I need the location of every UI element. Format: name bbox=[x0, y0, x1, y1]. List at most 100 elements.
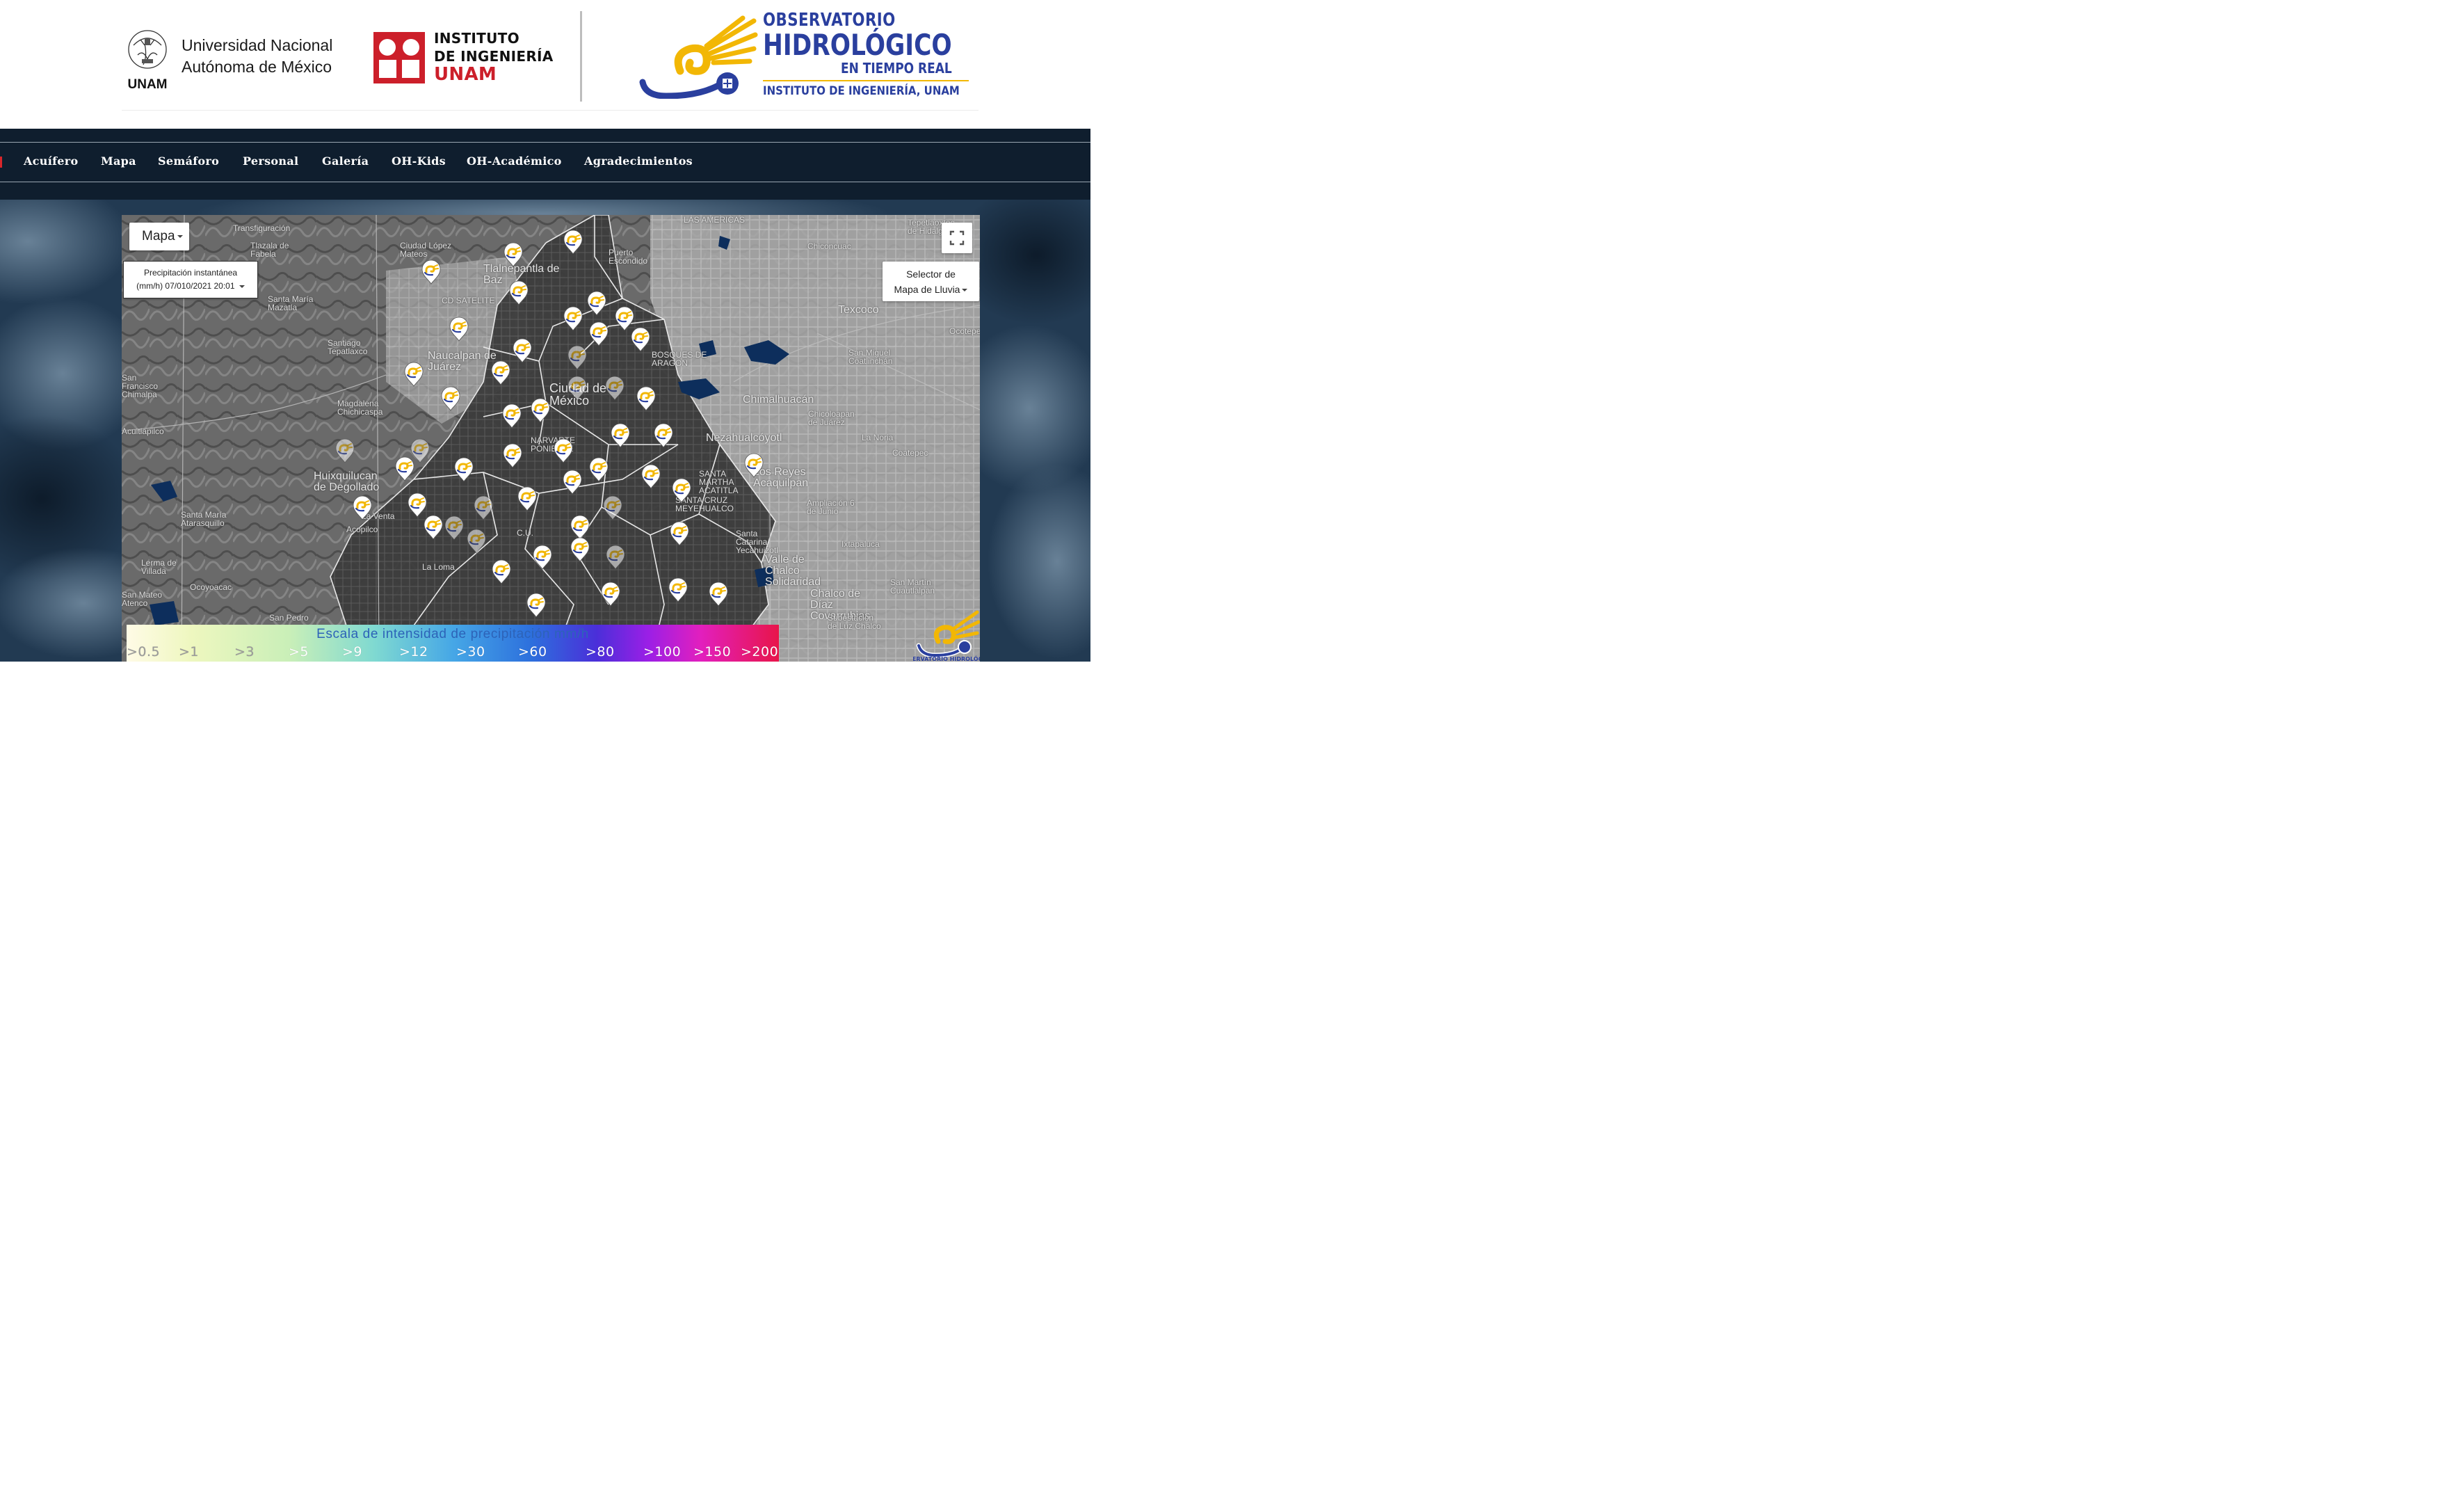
rain-gauge-marker-icon[interactable] bbox=[353, 495, 372, 520]
rain-gauge-marker-icon[interactable] bbox=[606, 545, 625, 570]
rain-gauge-marker-icon[interactable] bbox=[589, 321, 609, 346]
rain-gauge-marker-icon[interactable] bbox=[424, 515, 443, 540]
rain-gauge-marker-icon[interactable] bbox=[603, 495, 622, 520]
scale-label: >9 bbox=[342, 644, 363, 659]
fullscreen-button[interactable] bbox=[942, 223, 972, 253]
unam-seal-icon: UNAM bbox=[128, 30, 168, 90]
nav-item-acuifero[interactable]: Acuífero bbox=[24, 154, 78, 168]
rain-gauge-marker-icon[interactable] bbox=[504, 242, 523, 267]
rain-gauge-marker-icon[interactable] bbox=[668, 577, 688, 602]
chevron-down-icon bbox=[177, 234, 183, 238]
precipitation-scale: Escala de intensidad de precipitación mm… bbox=[127, 625, 779, 662]
rain-map[interactable]: Transfiguración Tlazala de Fabela Ciudad… bbox=[122, 215, 980, 662]
ii-line1: INSTITUTO bbox=[434, 30, 520, 47]
rain-gauge-marker-icon[interactable] bbox=[589, 457, 609, 482]
nav-item-personal[interactable]: Personal bbox=[243, 154, 298, 168]
rain-gauge-marker-icon[interactable] bbox=[517, 486, 537, 511]
rain-gauge-marker-icon[interactable] bbox=[410, 438, 430, 463]
scale-label: >150 bbox=[693, 644, 732, 659]
rain-gauge-marker-icon[interactable] bbox=[513, 338, 532, 363]
scale-label: >60 bbox=[518, 644, 547, 659]
rain-gauge-marker-icon[interactable] bbox=[533, 545, 552, 570]
scale-label: >5 bbox=[289, 644, 309, 659]
scale-title: Escala de intensidad de precipitación mm… bbox=[316, 627, 589, 641]
rain-gauge-marker-icon[interactable] bbox=[421, 259, 441, 285]
rain-gauge-marker-icon[interactable] bbox=[491, 360, 510, 385]
rain-map-selector[interactable]: Selector de Mapa de Lluvia bbox=[883, 262, 979, 301]
scale-label: >30 bbox=[456, 644, 485, 659]
header-divider bbox=[122, 110, 979, 111]
rain-gauge-marker-icon[interactable] bbox=[563, 230, 583, 255]
rain-gauge-marker-icon[interactable] bbox=[563, 306, 583, 331]
rain-gauge-marker-icon[interactable] bbox=[567, 376, 587, 401]
rain-gauge-marker-icon[interactable] bbox=[709, 582, 728, 607]
observatorio-logo-icon bbox=[639, 15, 758, 99]
observatorio-watermark-icon: OBSERVATORIO HIDROLÓGICO bbox=[913, 610, 980, 662]
rain-gauge-marker-icon[interactable] bbox=[474, 495, 493, 520]
rain-gauge-marker-icon[interactable] bbox=[449, 317, 469, 342]
rain-map-selector-line1: Selector de bbox=[906, 269, 956, 280]
rain-gauge-marker-icon[interactable] bbox=[570, 537, 590, 562]
rain-gauge-marker-icon[interactable] bbox=[467, 529, 486, 554]
site-header: UNAM Universidad Nacional Autónoma de Mé… bbox=[0, 0, 1090, 129]
rain-gauge-marker-icon[interactable] bbox=[454, 457, 474, 482]
rain-gauge-marker-icon[interactable] bbox=[570, 515, 590, 540]
rain-gauge-marker-icon[interactable] bbox=[744, 453, 764, 478]
nav-item-agradecimientos[interactable]: Agradecimientos bbox=[584, 154, 693, 168]
instituto-ingenieria-logo-icon bbox=[373, 32, 425, 83]
rain-gauge-marker-icon[interactable] bbox=[654, 423, 673, 448]
rain-gauge-marker-icon[interactable] bbox=[587, 291, 606, 316]
instituto-ingenieria-name: INSTITUTO DE INGENIERÍA UNAM bbox=[434, 29, 554, 83]
unam-name: Universidad Nacional Autónoma de México bbox=[182, 35, 332, 78]
rain-gauge-marker-icon[interactable] bbox=[531, 398, 550, 423]
unam-name-line1: Universidad Nacional bbox=[182, 36, 333, 54]
scale-label: >100 bbox=[643, 644, 682, 659]
nav-item-semaforo[interactable]: Semáforo bbox=[158, 154, 219, 168]
fullscreen-icon bbox=[949, 230, 965, 246]
rain-gauge-marker-icon[interactable] bbox=[503, 443, 522, 468]
rain-gauge-marker-icon[interactable] bbox=[492, 559, 511, 584]
precip-line2: (mm/h) 07/010/2021 20:01 bbox=[124, 280, 257, 293]
rain-gauge-marker-icon[interactable] bbox=[636, 386, 656, 411]
scale-label: >200 bbox=[741, 644, 779, 659]
rain-gauge-marker-icon[interactable] bbox=[408, 493, 427, 518]
chevron-down-icon bbox=[239, 285, 245, 288]
scale-label: >80 bbox=[586, 644, 615, 659]
rain-gauge-marker-icon[interactable] bbox=[404, 362, 424, 387]
map-type-label: Mapa bbox=[142, 229, 175, 243]
rain-gauge-marker-icon[interactable] bbox=[502, 403, 522, 429]
rain-gauge-marker-icon[interactable] bbox=[395, 456, 414, 481]
nav-item-oh-academico[interactable]: OH-Académico bbox=[467, 154, 562, 168]
rain-gauge-marker-icon[interactable] bbox=[554, 438, 573, 463]
rain-map-selector-line2: Mapa de Lluvia bbox=[883, 282, 979, 297]
rain-gauge-marker-icon[interactable] bbox=[567, 345, 587, 370]
rain-gauge-marker-icon[interactable] bbox=[605, 376, 625, 401]
nav-item-galeria[interactable]: Galería bbox=[322, 154, 369, 168]
rain-gauge-marker-icon[interactable] bbox=[615, 306, 634, 331]
rain-gauge-marker-icon[interactable] bbox=[611, 423, 630, 448]
rain-gauge-marker-icon[interactable] bbox=[641, 464, 661, 489]
ii-line2: DE INGENIERÍA bbox=[434, 48, 554, 65]
chevron-down-icon bbox=[962, 289, 968, 292]
rain-gauge-marker-icon[interactable] bbox=[526, 593, 546, 618]
rain-gauge-marker-icon[interactable] bbox=[631, 327, 650, 352]
watermark-text: OBSERVATORIO HIDROLÓGICO bbox=[913, 655, 980, 662]
rain-gauge-marker-icon[interactable] bbox=[563, 470, 582, 495]
nav-item-mapa[interactable]: Mapa bbox=[101, 154, 136, 168]
rain-gauge-marker-icon[interactable] bbox=[672, 478, 691, 503]
oh-line3: EN TIEMPO REAL bbox=[841, 60, 952, 77]
rain-gauge-marker-icon[interactable] bbox=[509, 280, 529, 305]
precipitation-selector[interactable]: Precipitación instantánea (mm/h) 07/010/… bbox=[123, 261, 258, 298]
rain-gauge-marker-icon[interactable] bbox=[601, 582, 620, 607]
precip-line1: Precipitación instantánea bbox=[143, 268, 238, 278]
nav-item-oh-kids[interactable]: OH-Kids bbox=[392, 154, 446, 168]
scale-label: >12 bbox=[399, 644, 428, 659]
rain-gauge-marker-icon[interactable] bbox=[670, 521, 689, 546]
main-nav: Acuífero Mapa Semáforo Personal Galería … bbox=[0, 129, 1090, 200]
observatorio-title: OBSERVATORIO HIDROLÓGICO EN TIEMPO REAL … bbox=[763, 10, 993, 98]
scale-label: >3 bbox=[234, 644, 255, 659]
rain-gauge-marker-icon[interactable] bbox=[335, 438, 355, 463]
map-type-button[interactable]: Mapa bbox=[129, 223, 189, 250]
rain-gauge-marker-icon[interactable] bbox=[444, 515, 464, 541]
rain-gauge-marker-icon[interactable] bbox=[441, 386, 460, 411]
